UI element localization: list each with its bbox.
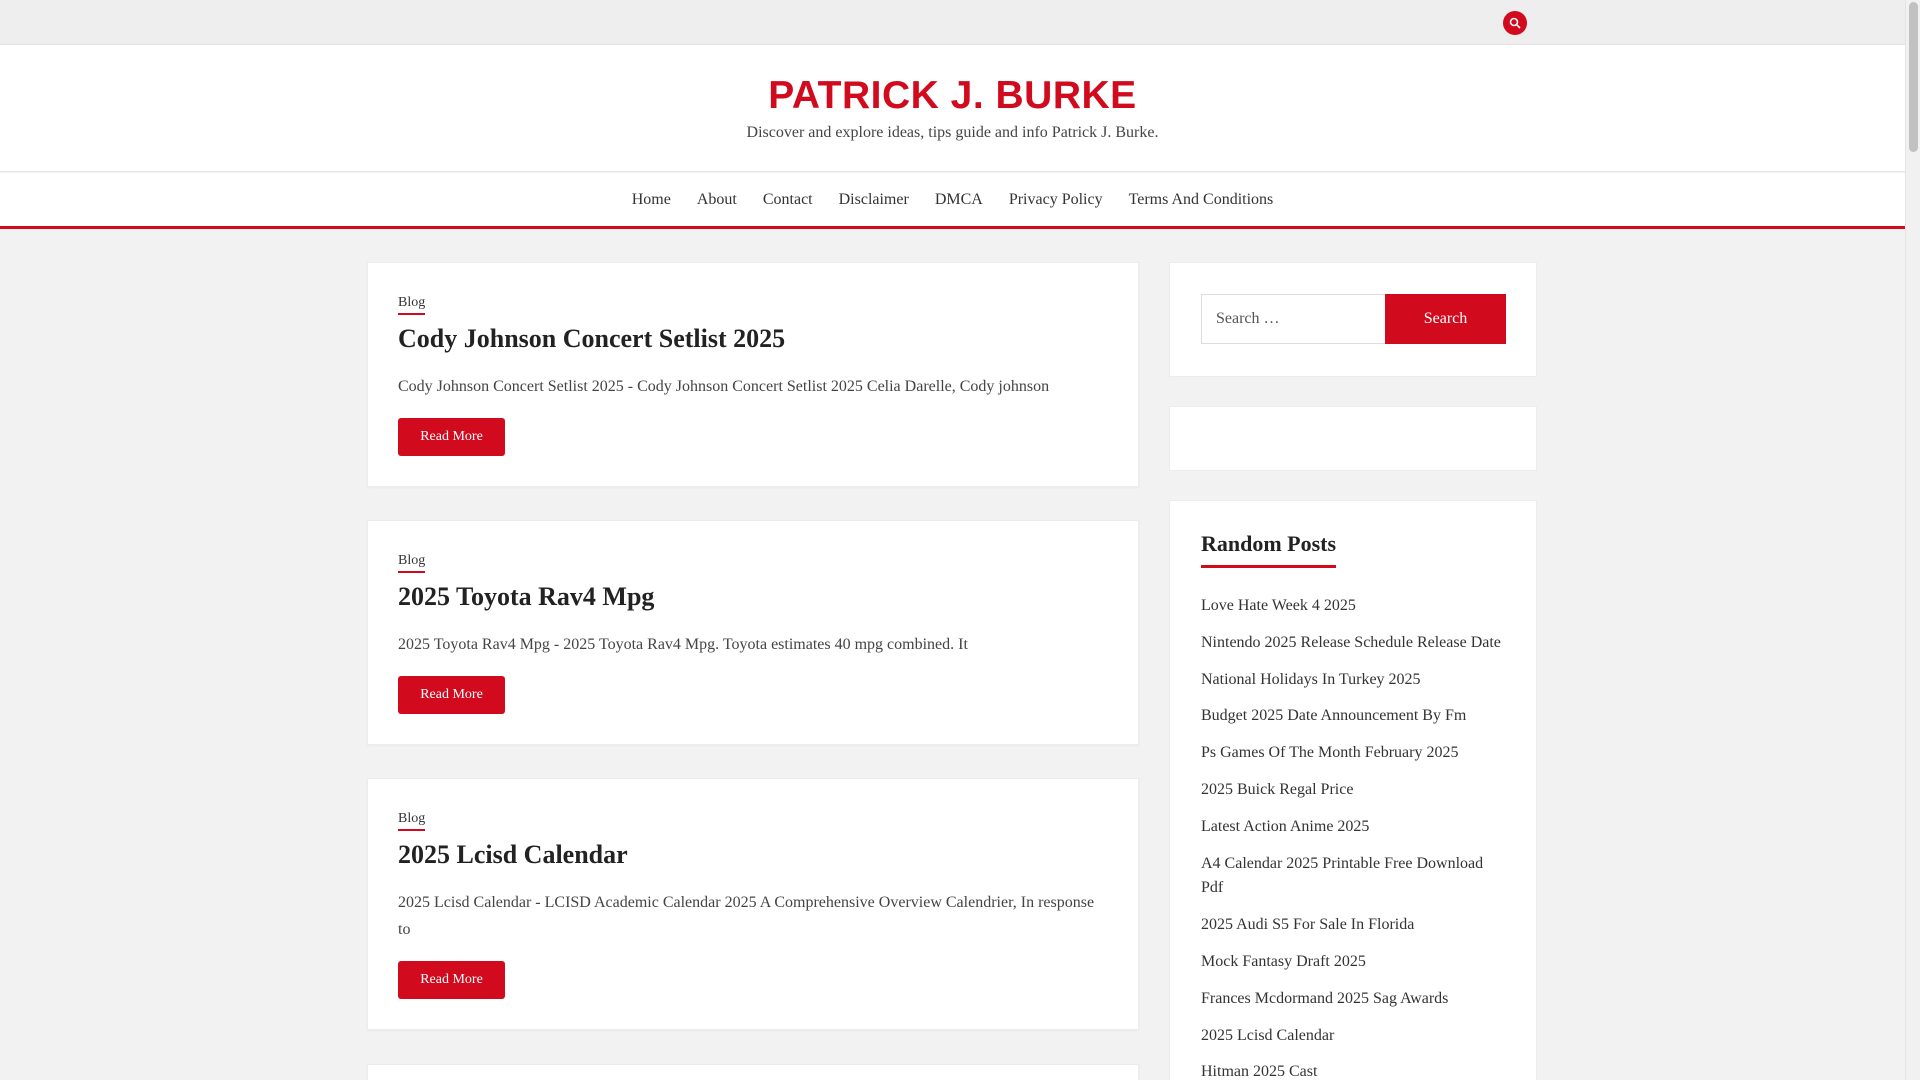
- random-post-link[interactable]: A4 Calendar 2025 Printable Free Download…: [1201, 852, 1505, 902]
- random-posts-list: Love Hate Week 4 2025 Nintendo 2025 Relea…: [1201, 594, 1505, 1080]
- nav-item-home[interactable]: Home: [619, 191, 684, 209]
- page: PATRICK J. BURKE Discover and explore id…: [0, 0, 1920, 1080]
- empty-widget: [1169, 406, 1537, 471]
- read-more-button[interactable]: Read More: [398, 960, 505, 999]
- nav-item-privacy-policy[interactable]: Privacy Policy: [996, 191, 1116, 209]
- nav-list: Home About Contact Disclaimer DMCA Priva…: [619, 191, 1287, 209]
- random-post-link[interactable]: Ps Games Of The Month February 2025: [1201, 741, 1505, 766]
- random-post-link[interactable]: National Holidays In Turkey 2025: [1201, 668, 1505, 693]
- nav-item-dmca[interactable]: DMCA: [922, 191, 996, 209]
- post-card: Blog 2025 Toyota Rav4 Mpg 2025 Toyota Ra…: [367, 520, 1139, 745]
- search-button[interactable]: Search: [1385, 294, 1506, 344]
- post-category[interactable]: Blog: [398, 811, 426, 831]
- scrollbar-thumb[interactable]: [1909, 2, 1918, 152]
- random-posts-widget: Random Posts Love Hate Week 4 2025 Ninten…: [1169, 500, 1537, 1080]
- random-post-link[interactable]: 2025 Audi S5 For Sale In Florida: [1201, 913, 1505, 938]
- post-title[interactable]: 2025 Toyota Rav4 Mpg: [398, 581, 1108, 614]
- post-category[interactable]: Blog: [398, 295, 426, 315]
- random-post-link[interactable]: Latest Action Anime 2025: [1201, 815, 1505, 840]
- random-post-link[interactable]: Frances Mcdormand 2025 Sag Awards: [1201, 987, 1505, 1012]
- post-excerpt: 2025 Lcisd Calendar - LCISD Academic Cal…: [398, 893, 1095, 938]
- site-title[interactable]: PATRICK J. BURKE: [0, 74, 1905, 118]
- top-search-button[interactable]: [1503, 11, 1527, 35]
- search-icon: [1509, 17, 1521, 29]
- nav-item-terms-and-conditions[interactable]: Terms And Conditions: [1116, 191, 1287, 209]
- random-post-link[interactable]: 2025 Lcisd Calendar: [1201, 1024, 1505, 1049]
- site-description: Discover and explore ideas, tips guide a…: [746, 123, 1159, 141]
- random-post-link[interactable]: Budget 2025 Date Announcement By Fm: [1201, 704, 1505, 729]
- post-title[interactable]: Cody Johnson Concert Setlist 2025: [398, 323, 1108, 356]
- random-post-link[interactable]: 2025 Buick Regal Price: [1201, 778, 1505, 803]
- search-form: Search: [1201, 294, 1506, 344]
- post-excerpt: Cody Johnson Concert Setlist 2025 - Cody…: [398, 377, 1050, 395]
- site-header: PATRICK J. BURKE Discover and explore id…: [0, 45, 1905, 172]
- post-card: Blog Cody Johnson Concert Setlist 2025 C…: [367, 262, 1139, 487]
- post-card: [367, 1064, 1139, 1080]
- search-widget: Search: [1169, 262, 1537, 377]
- widget-title: Random Posts: [1201, 531, 1337, 568]
- random-post-link[interactable]: Nintendo 2025 Release Schedule Release D…: [1201, 631, 1505, 656]
- random-post-link[interactable]: Hitman 2025 Cast: [1201, 1060, 1505, 1080]
- post-excerpt: 2025 Toyota Rav4 Mpg - 2025 Toyota Rav4 …: [398, 635, 968, 653]
- random-post-link[interactable]: Mock Fantasy Draft 2025: [1201, 950, 1505, 975]
- read-more-button[interactable]: Read More: [398, 417, 505, 456]
- top-bar: [0, 0, 1905, 45]
- nav-item-about[interactable]: About: [684, 191, 750, 209]
- read-more-button[interactable]: Read More: [398, 675, 505, 714]
- post-card: Blog 2025 Lcisd Calendar 2025 Lcisd Cale…: [367, 778, 1139, 1030]
- nav-item-disclaimer[interactable]: Disclaimer: [826, 191, 922, 209]
- post-title[interactable]: 2025 Lcisd Calendar: [398, 839, 1108, 872]
- nav-item-contact[interactable]: Contact: [750, 191, 826, 209]
- scrollbar[interactable]: [1905, 0, 1920, 1080]
- random-post-link[interactable]: Love Hate Week 4 2025: [1201, 594, 1505, 619]
- search-input[interactable]: [1201, 294, 1385, 344]
- main-navigation: Home About Contact Disclaimer DMCA Priva…: [0, 173, 1905, 229]
- post-category[interactable]: Blog: [398, 553, 426, 573]
